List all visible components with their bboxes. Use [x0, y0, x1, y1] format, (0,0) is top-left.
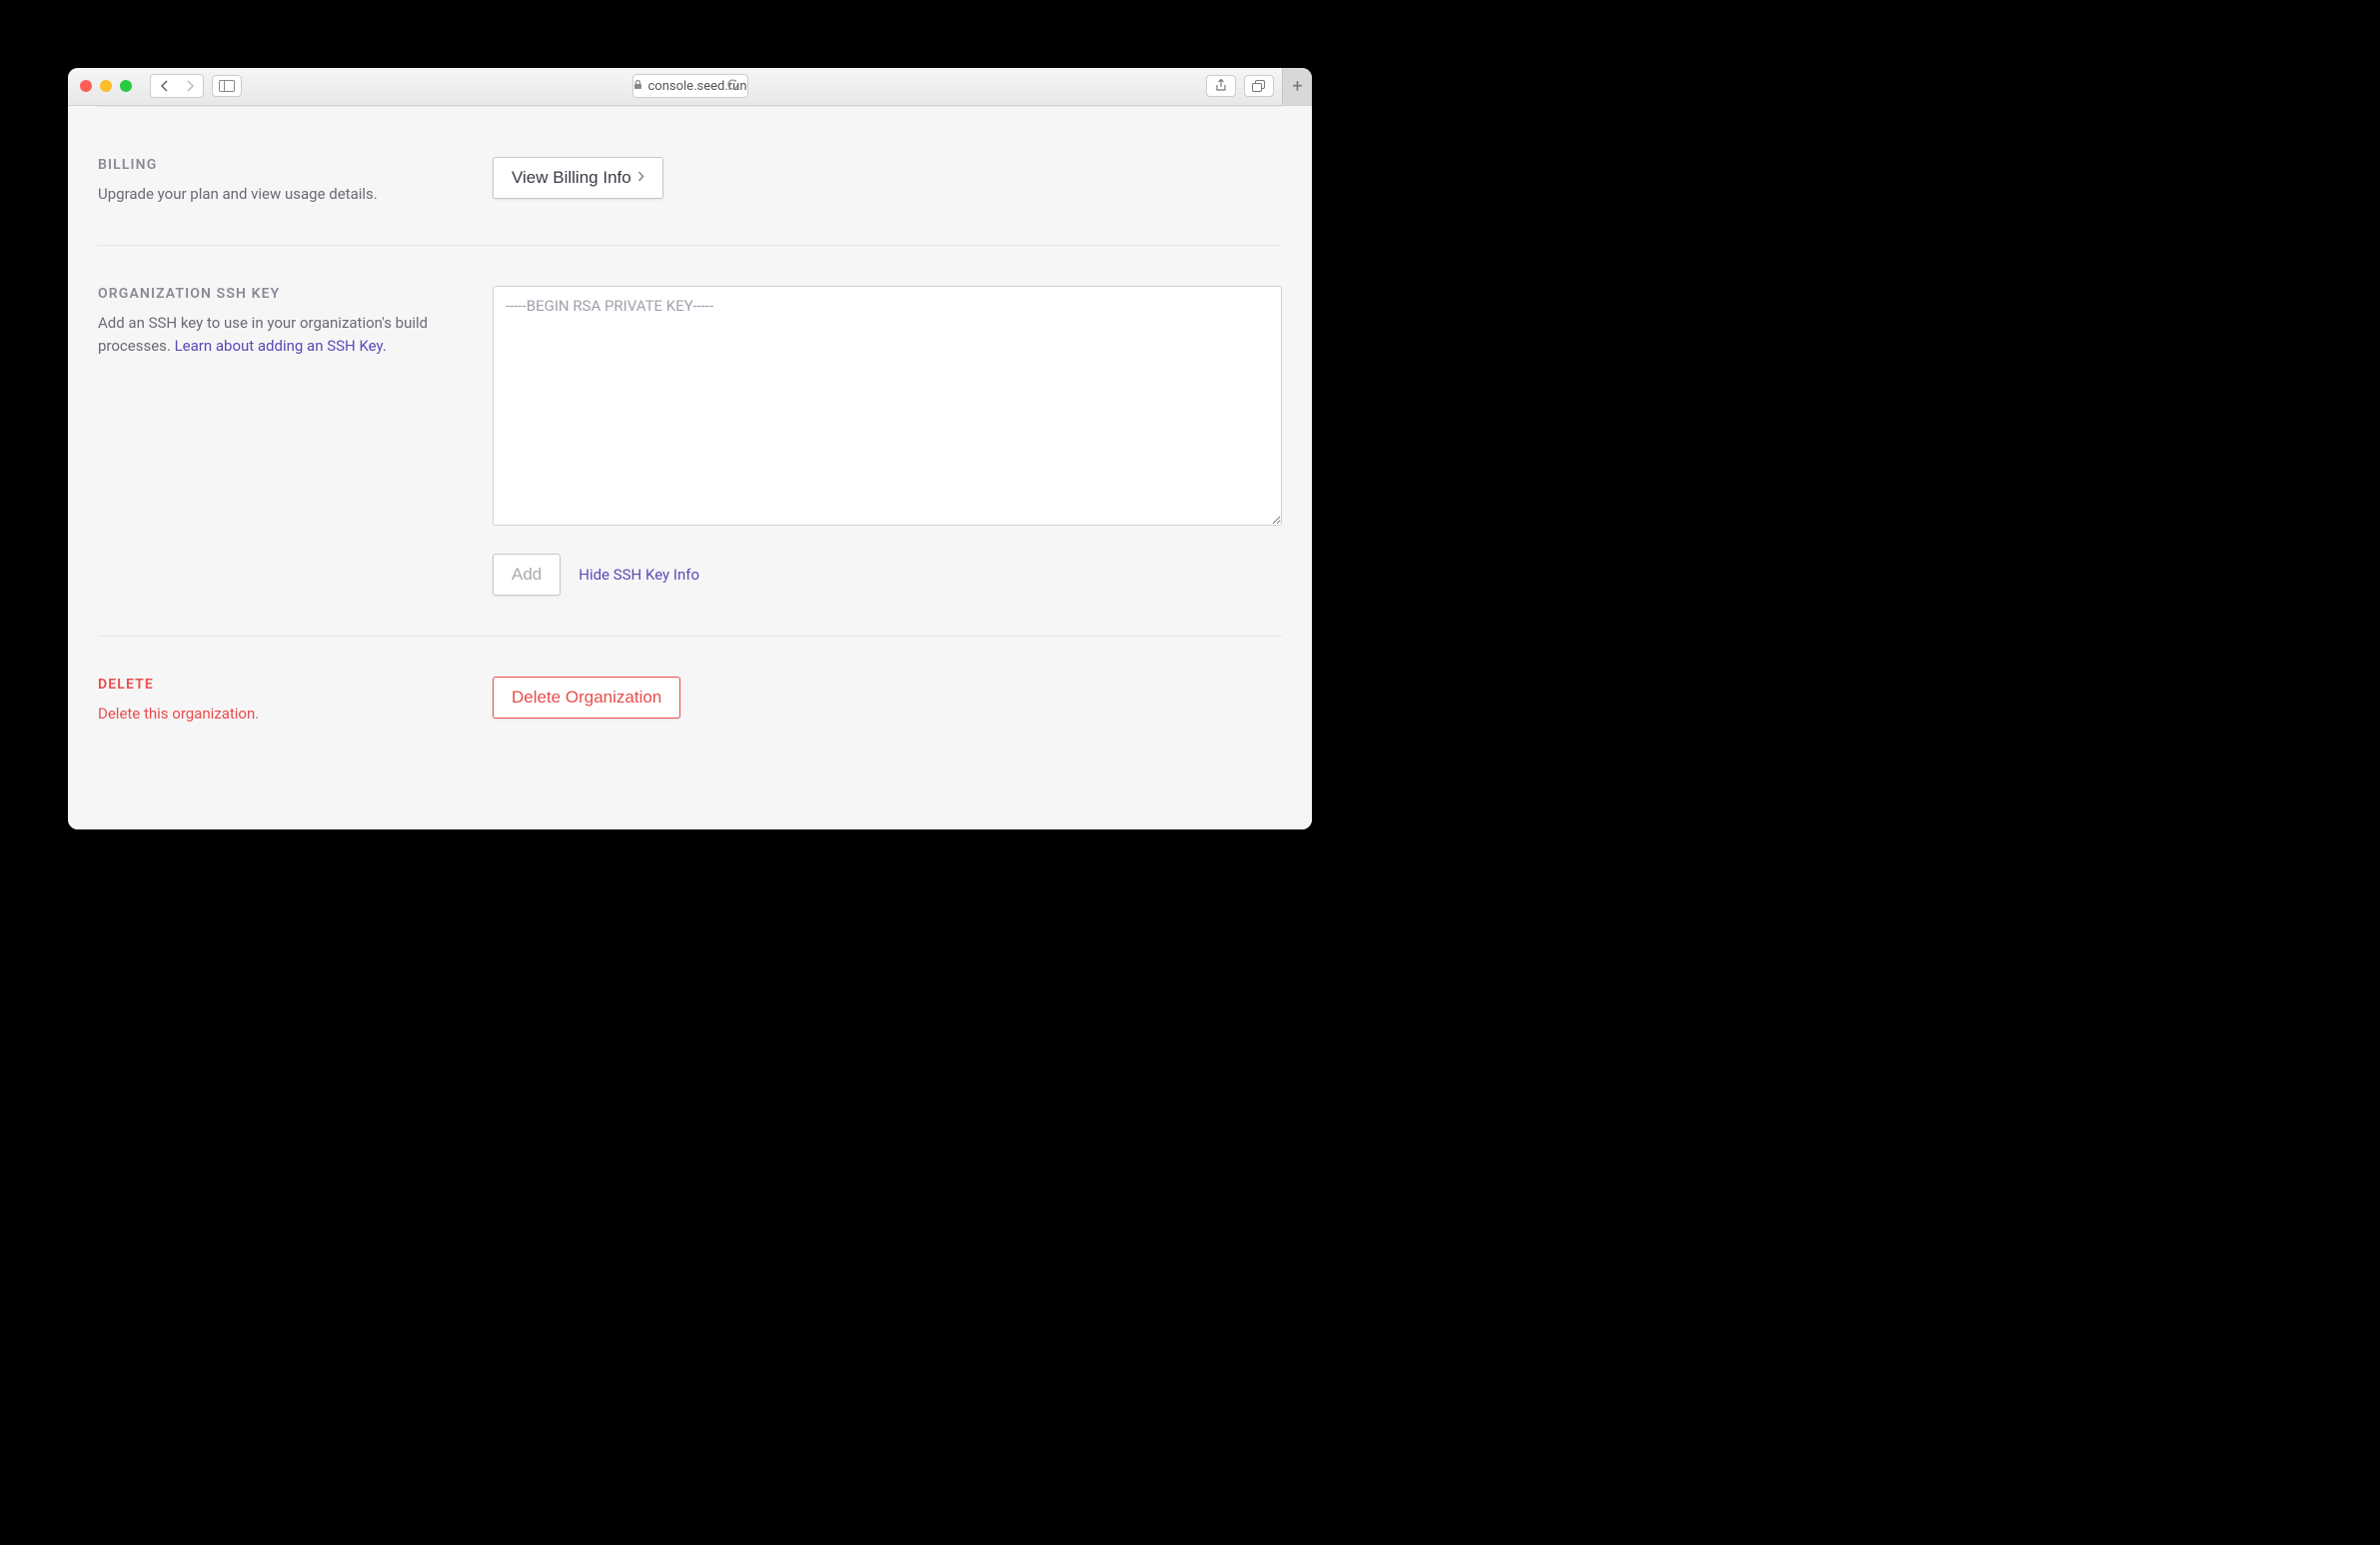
ssh-section-content: Add Hide SSH Key Info — [493, 286, 1282, 596]
close-window-button[interactable] — [80, 80, 92, 92]
billing-section-info: BILLING Upgrade your plan and view usage… — [98, 157, 493, 206]
billing-section: BILLING Upgrade your plan and view usage… — [98, 106, 1282, 246]
delete-organization-button[interactable]: Delete Organization — [493, 677, 680, 719]
browser-right-buttons: + — [1206, 68, 1300, 106]
page-content: BILLING Upgrade your plan and view usage… — [68, 106, 1312, 829]
delete-desc: Delete this organization. — [98, 703, 493, 726]
billing-section-content: View Billing Info — [493, 157, 1282, 206]
ssh-desc: Add an SSH key to use in your organizati… — [98, 312, 493, 357]
ssh-key-textarea[interactable] — [493, 286, 1282, 526]
delete-heading: DELETE — [98, 677, 493, 693]
billing-heading: BILLING — [98, 157, 493, 173]
lock-icon — [632, 79, 641, 93]
ssh-heading: ORGANIZATION SSH KEY — [98, 286, 493, 302]
hide-ssh-key-info-link[interactable]: Hide SSH Key Info — [579, 566, 699, 584]
back-button[interactable] — [151, 75, 177, 97]
minimize-window-button[interactable] — [100, 80, 112, 92]
ssh-learn-link[interactable]: Learn about adding an SSH Key. — [175, 337, 387, 355]
share-button[interactable] — [1206, 75, 1236, 97]
chevron-right-icon — [637, 169, 644, 186]
add-ssh-key-button[interactable]: Add — [493, 554, 561, 596]
new-tab-button[interactable]: + — [1282, 68, 1312, 106]
view-billing-info-button[interactable]: View Billing Info — [493, 157, 663, 199]
delete-section: DELETE Delete this organization. Delete … — [98, 636, 1282, 766]
view-billing-info-label: View Billing Info — [512, 168, 631, 188]
traffic-lights — [80, 80, 132, 92]
ssh-section-info: ORGANIZATION SSH KEY Add an SSH key to u… — [98, 286, 493, 596]
url-bar[interactable]: console.seed.run — [631, 74, 747, 98]
maximize-window-button[interactable] — [120, 80, 132, 92]
tabs-button[interactable] — [1244, 75, 1274, 97]
browser-window: console.seed.run + BILLING Upgrade your … — [68, 68, 1312, 829]
billing-desc: Upgrade your plan and view usage details… — [98, 183, 493, 206]
ssh-actions: Add Hide SSH Key Info — [493, 554, 1282, 596]
nav-buttons — [150, 74, 204, 98]
reload-icon[interactable] — [726, 78, 739, 95]
browser-chrome: console.seed.run + — [68, 68, 1312, 106]
delete-section-content: Delete Organization — [493, 677, 1282, 726]
ssh-key-section: ORGANIZATION SSH KEY Add an SSH key to u… — [98, 245, 1282, 636]
forward-button[interactable] — [177, 75, 203, 97]
delete-section-info: DELETE Delete this organization. — [98, 677, 493, 726]
sidebar-toggle-button[interactable] — [212, 75, 242, 97]
